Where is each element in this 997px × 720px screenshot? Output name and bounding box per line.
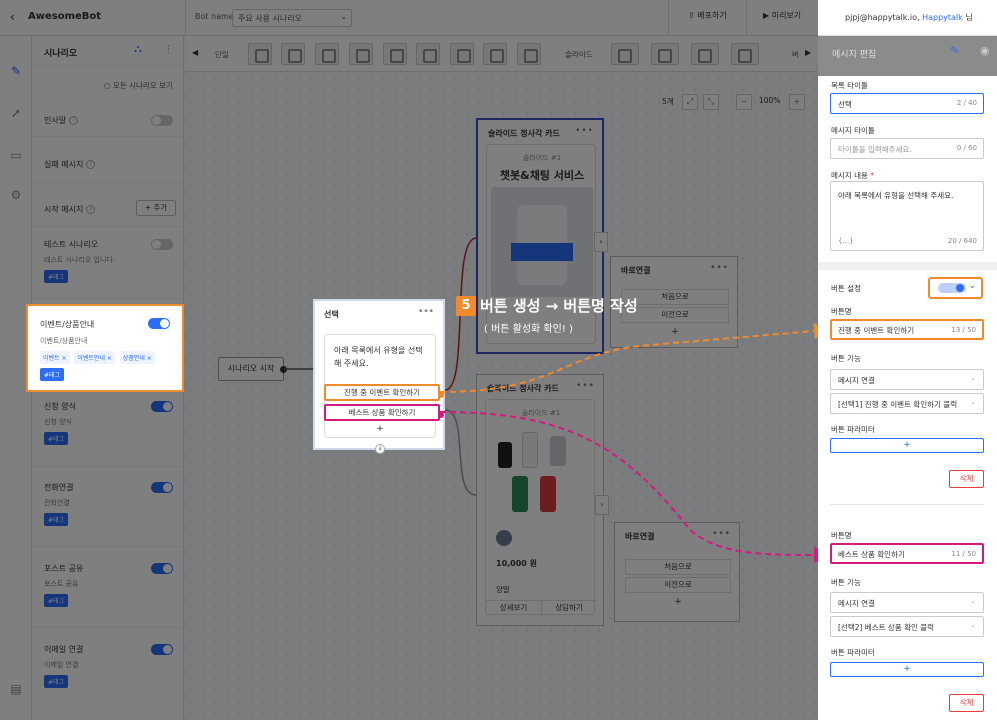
divider [830, 504, 984, 505]
button-name-input[interactable]: 진행 중 이벤트 확인하기 13 / 50 [830, 319, 984, 340]
chevron-down-icon: ⌄ [970, 374, 976, 382]
char-count: 11 / 50 [951, 550, 976, 558]
message-content-value: 아래 목록에서 유형을 선택해 주세요. [838, 191, 954, 200]
button-target-select[interactable]: [선택2] 베스트 상품 확인 블럭 ⌄ [830, 616, 984, 637]
add-parameter-button[interactable]: + [830, 438, 984, 453]
eye-icon[interactable]: ◉ [980, 44, 990, 57]
button-name-value: 진행 중 이벤트 확인하기 [838, 326, 915, 335]
message-title-placeholder: 타이틀을 입력해주세요. [838, 145, 912, 154]
char-count: 2 / 40 [956, 99, 977, 107]
chevron-down-icon: ⌄ [970, 621, 976, 629]
button-target-select[interactable]: [선택1] 진행 중 이벤트 확인하기 블럭 ⌄ [830, 393, 984, 414]
add-parameter-button[interactable]: + [830, 662, 984, 677]
button-function-label: 버튼 기능 [831, 354, 861, 363]
panel-title: 메시지 편집 [832, 50, 877, 60]
button-parameter-label: 버튼 파라미터 [831, 425, 875, 434]
list-title-input[interactable]: 선택 2 / 40 [830, 93, 984, 114]
step-subtext: ( 버튼 활성화 확인! ) [484, 324, 573, 335]
delete-button[interactable]: 삭제 [949, 694, 984, 712]
button-setting-label: 버튼 설정 [831, 284, 861, 293]
orange-arrow [439, 323, 830, 393]
button-function-label: 버튼 기능 [831, 578, 861, 587]
button-function-select[interactable]: 메시지 연결 ⌄ [830, 592, 984, 613]
char-count: 13 / 50 [951, 326, 976, 334]
delete-button[interactable]: 삭제 [949, 470, 984, 488]
button-function-value: 메시지 연결 [838, 599, 875, 608]
char-count: 20 / 640 [947, 237, 977, 245]
button-name-value: 베스트 상품 확인하기 [838, 550, 905, 559]
button-parameter-label: 버튼 파라미터 [831, 648, 875, 657]
message-title-label: 메시지 타이틀 [831, 126, 875, 135]
button-name-label: 버튼명 [831, 307, 852, 316]
button-name-label: 버튼명 [831, 531, 852, 540]
chevron-down-icon[interactable]: ⌄ [968, 281, 976, 291]
button-function-value: 메시지 연결 [838, 376, 875, 385]
list-title-value: 선택 [838, 100, 852, 109]
pencil-icon[interactable]: ✎ [950, 44, 959, 57]
button-target-value: [선택1] 진행 중 이벤트 확인하기 블럭 [838, 400, 958, 409]
pink-arrow [439, 411, 830, 563]
step-number: 5 [456, 295, 476, 316]
chevron-down-icon: ⌄ [970, 398, 976, 406]
chevron-down-icon: ⌄ [970, 597, 976, 605]
button-name-input[interactable]: 베스트 상품 확인하기 11 / 50 [830, 543, 984, 564]
button-setting-toggle[interactable]: ⌄ [928, 277, 983, 299]
message-content-textarea[interactable]: 아래 목록에서 유형을 선택해 주세요. {...} 20 / 640 [830, 181, 984, 251]
char-count: 0 / 60 [956, 144, 977, 152]
variable-insert[interactable]: {...} [838, 237, 854, 245]
button-target-value: [선택2] 베스트 상품 확인 블럭 [838, 623, 935, 632]
message-content-label: 메시지 내용 * [831, 171, 875, 180]
step-text: 버튼 생성 → 버튼명 작성 [480, 297, 638, 315]
button-function-select[interactable]: 메시지 연결 ⌄ [830, 369, 984, 390]
message-edit-panel: 메시지 편집 ✎ ◉ 목록 타이틀 선택 2 / 40 메시지 타이틀 타이틀을… [818, 36, 997, 720]
section-divider [818, 262, 997, 270]
list-title-label: 목록 타이틀 [831, 81, 868, 90]
step-callout: 5 버튼 생성 → 버튼명 작성 ( 버튼 활성화 확인! ) [456, 295, 696, 335]
panel-header: 메시지 편집 ✎ ◉ [818, 36, 997, 76]
toggle-switch[interactable] [938, 283, 966, 293]
message-title-input[interactable]: 타이틀을 입력해주세요. 0 / 60 [830, 138, 984, 159]
